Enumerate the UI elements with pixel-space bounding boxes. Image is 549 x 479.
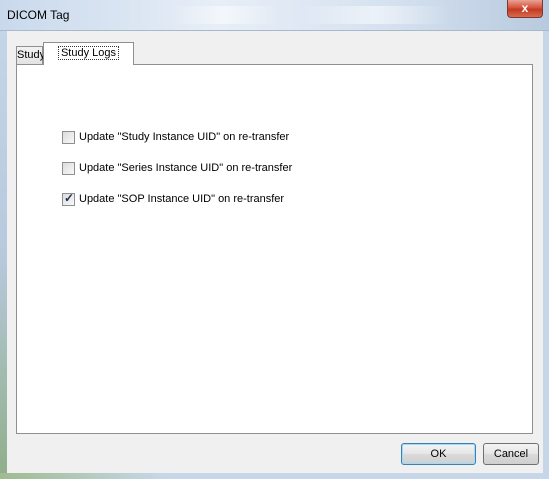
dialog-client-area: Study Study Logs Update "Study Instance … (7, 31, 543, 473)
series-instance-uid-label[interactable]: Update "Series Instance UID" on re-trans… (79, 162, 292, 174)
window-title: DICOM Tag (7, 8, 70, 22)
title-bar[interactable]: DICOM Tag x (0, 0, 549, 31)
sop-instance-uid-label[interactable]: Update "SOP Instance UID" on re-transfer (79, 193, 284, 205)
study-instance-uid-label[interactable]: Update "Study Instance UID" on re-transf… (79, 131, 289, 143)
tab-panel-study-logs: Update "Study Instance UID" on re-transf… (16, 64, 533, 434)
tab-study-logs-label: Study Logs (57, 46, 120, 60)
close-icon: x (521, 1, 529, 15)
study-instance-uid-checkbox[interactable] (62, 131, 75, 144)
close-button[interactable]: x (507, 0, 543, 18)
series-instance-uid-checkbox[interactable] (62, 162, 75, 175)
sop-instance-uid-checkbox[interactable]: ✓ (62, 191, 75, 206)
tab-study-logs[interactable]: Study Logs (43, 42, 134, 65)
tab-study[interactable]: Study (16, 46, 46, 64)
cancel-button[interactable]: Cancel (483, 443, 539, 465)
dialog-window: DICOM Tag x Study Study Logs Update "Stu… (0, 0, 549, 479)
ok-button[interactable]: OK (401, 443, 476, 465)
window-frame-left (0, 31, 7, 479)
tab-study-label: Study (17, 49, 46, 61)
window-frame-bottom (0, 473, 549, 479)
checkmark-icon: ✓ (64, 191, 75, 205)
window-frame-right (543, 31, 549, 479)
